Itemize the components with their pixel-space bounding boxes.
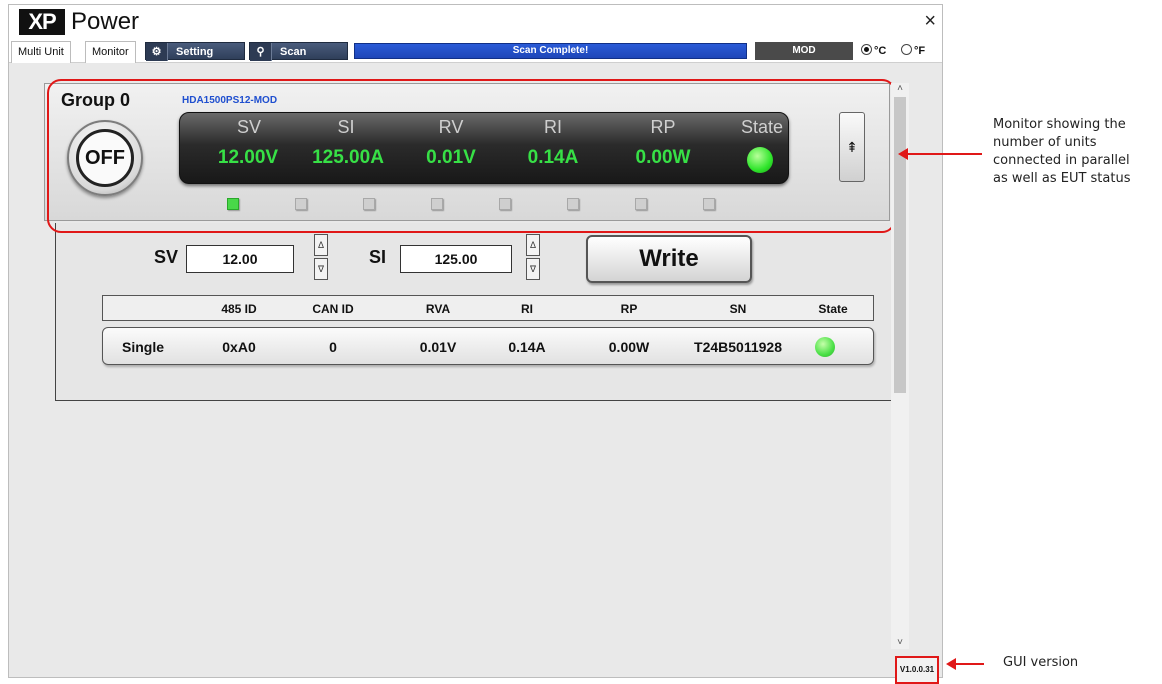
row-rp: 0.00W bbox=[608, 339, 650, 355]
scan-button[interactable]: ⚲ Scan bbox=[249, 42, 348, 61]
si-increment-button[interactable]: Δ bbox=[526, 234, 540, 256]
fahrenheit-radio[interactable] bbox=[901, 44, 912, 55]
monitor-arrow-line bbox=[906, 153, 982, 155]
si-input[interactable]: 125.00 bbox=[400, 245, 512, 273]
col-sn: SN bbox=[729, 302, 747, 316]
version-arrow-head bbox=[946, 658, 956, 670]
power-logo-text: Power bbox=[71, 8, 140, 35]
toolbar: Multi Unit Monitor ⚙ Setting ⚲ Scan Scan C… bbox=[9, 39, 942, 63]
sv-input[interactable]: 12.00 bbox=[186, 245, 294, 273]
tab-multi-unit[interactable]: Multi Unit bbox=[11, 41, 71, 63]
row-name: Single bbox=[121, 339, 164, 355]
row-ri: 0.14A bbox=[508, 339, 546, 355]
monitor-annotation: Monitor showing the number of units conn… bbox=[993, 116, 1130, 188]
scroll-down-icon[interactable]: ˅ bbox=[893, 637, 907, 649]
si-label: SI bbox=[369, 247, 387, 267]
setting-label: Setting bbox=[176, 46, 214, 58]
app-window: XP Power × Multi Unit Monitor ⚙ Setting ⚲… bbox=[8, 4, 943, 684]
celsius-radio[interactable] bbox=[861, 44, 872, 55]
col-rva: RVA bbox=[425, 302, 451, 316]
si-spinner[interactable]: Δ ∇ bbox=[526, 234, 540, 280]
table-row[interactable]: Single 0xA0 0 0.01V 0.14A 0.00W T24B5011… bbox=[102, 327, 874, 365]
gui-version-label: V1.0.0.31 bbox=[895, 656, 939, 684]
row-state-led bbox=[815, 337, 835, 357]
si-decrement-button[interactable]: ∇ bbox=[526, 258, 540, 280]
monitor-annotation-line-3: connected in parallel bbox=[993, 153, 1130, 168]
write-panel: SV 12.00 Δ ∇ SI 125.00 Δ ∇ Write 485 ID … bbox=[55, 223, 899, 401]
col-state: State bbox=[818, 302, 848, 316]
title-bar: XP Power × bbox=[9, 5, 942, 39]
temp-celsius-option[interactable]: °C bbox=[861, 43, 886, 59]
sv-spinner[interactable]: Δ ∇ bbox=[314, 234, 328, 280]
table-header: 485 ID CAN ID RVA RI RP SN State bbox=[102, 295, 874, 321]
celsius-label: °C bbox=[874, 45, 887, 57]
row-rva: 0.01V bbox=[419, 339, 457, 355]
col-rp: RP bbox=[620, 302, 638, 316]
gui-version-annotation: GUI version bbox=[1003, 655, 1079, 670]
setting-button[interactable]: ⚙ Setting bbox=[145, 42, 245, 61]
search-icon: ⚲ bbox=[250, 43, 272, 61]
gear-icon: ⚙ bbox=[146, 43, 168, 61]
fahrenheit-label: °F bbox=[914, 45, 926, 57]
scroll-thumb[interactable] bbox=[894, 97, 906, 393]
scan-status-bar: Scan Complete! bbox=[354, 43, 747, 59]
row-can-id: 0 bbox=[329, 339, 337, 355]
col-485-id: 485 ID bbox=[221, 302, 257, 316]
sv-decrement-button[interactable]: ∇ bbox=[314, 258, 328, 280]
col-can-id: CAN ID bbox=[312, 302, 354, 316]
sv-label: SV bbox=[154, 247, 179, 267]
row-sn: T24B5011928 bbox=[694, 339, 782, 355]
monitor-annotation-line-1: Monitor showing the bbox=[993, 117, 1126, 132]
version-arrow-line bbox=[954, 663, 984, 665]
scroll-up-icon[interactable]: ˄ bbox=[893, 83, 907, 95]
monitor-annotation-line-4: as well as EUT status bbox=[993, 171, 1131, 186]
monitor-callout-highlight bbox=[47, 79, 896, 233]
col-ri: RI bbox=[521, 302, 533, 316]
scan-label: Scan bbox=[280, 46, 307, 58]
xp-logo: XP bbox=[19, 9, 65, 35]
row-485-id: 0xA0 bbox=[222, 339, 256, 355]
tab-monitor[interactable]: Monitor bbox=[85, 41, 136, 63]
monitor-annotation-line-2: number of units bbox=[993, 135, 1097, 150]
monitor-arrow-head bbox=[898, 148, 908, 160]
write-button[interactable]: Write bbox=[586, 235, 752, 283]
temp-fahrenheit-option[interactable]: °F bbox=[901, 43, 925, 59]
close-icon[interactable]: × bbox=[924, 11, 936, 31]
vertical-scrollbar[interactable]: ˄ ˅ bbox=[891, 83, 909, 649]
sv-increment-button[interactable]: Δ bbox=[314, 234, 328, 256]
mode-indicator: MOD bbox=[755, 42, 853, 60]
